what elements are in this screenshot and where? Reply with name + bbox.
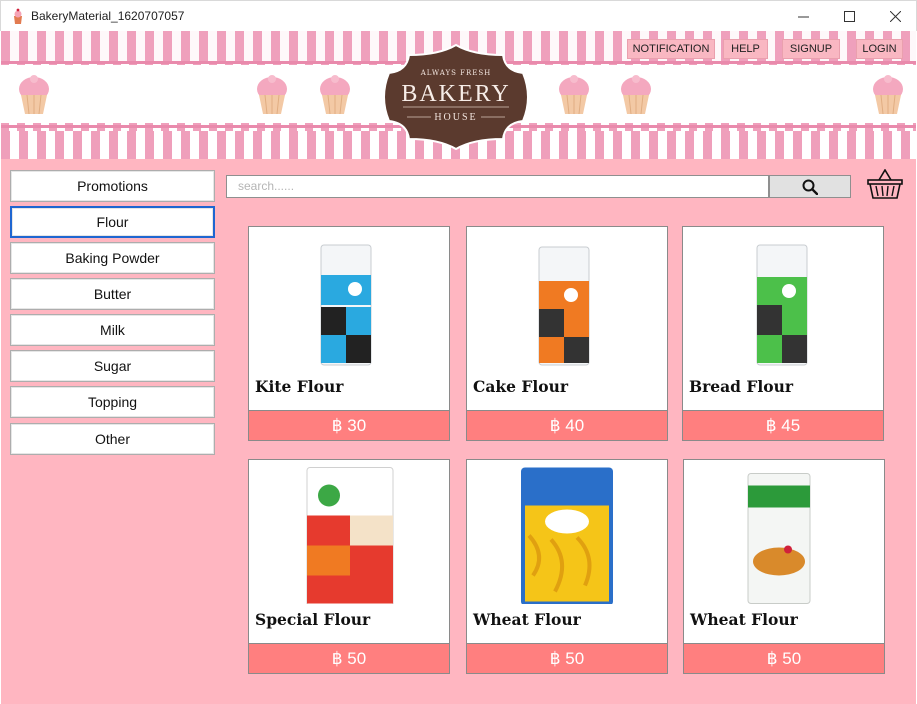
- product-image: [538, 246, 590, 366]
- product-image: [521, 467, 613, 604]
- category-sugar[interactable]: Sugar: [10, 350, 215, 382]
- category-milk[interactable]: Milk: [10, 314, 215, 346]
- logo-subtitle: HOUSE: [434, 112, 478, 123]
- product-card[interactable]: Wheat Flour ฿ 50: [683, 459, 885, 674]
- login-button[interactable]: LOGIN: [856, 39, 903, 59]
- maximize-button[interactable]: [826, 1, 872, 32]
- signup-button[interactable]: SIGNUP: [782, 39, 840, 59]
- cupcake-icon: [257, 75, 287, 115]
- product-price[interactable]: ฿ 50: [466, 643, 668, 674]
- logo-title: BAKERY: [401, 81, 511, 107]
- help-button[interactable]: HELP: [723, 39, 768, 59]
- product-card[interactable]: Cake Flour ฿ 40: [466, 226, 668, 441]
- product-price[interactable]: ฿ 30: [248, 410, 450, 441]
- product-card[interactable]: Bread Flour ฿ 45: [682, 226, 884, 441]
- product-image: [756, 244, 808, 366]
- product-name: Wheat Flour: [473, 610, 581, 629]
- product-image: [747, 473, 811, 604]
- product-card[interactable]: Kite Flour ฿ 30: [248, 226, 450, 441]
- category-promotions[interactable]: Promotions: [10, 170, 215, 202]
- cupcake-icon: [320, 75, 350, 115]
- product-price[interactable]: ฿ 40: [466, 410, 668, 441]
- product-image: [320, 244, 372, 366]
- window-titlebar: BakeryMaterial_1620707057: [0, 0, 917, 31]
- product-price[interactable]: ฿ 45: [682, 410, 884, 441]
- category-butter[interactable]: Butter: [10, 278, 215, 310]
- product-price[interactable]: ฿ 50: [683, 643, 885, 674]
- window-title: BakeryMaterial_1620707057: [31, 9, 185, 23]
- product-name: Kite Flour: [255, 377, 344, 396]
- cupcake-icon: [19, 75, 49, 115]
- product-card[interactable]: Wheat Flour ฿ 50: [466, 459, 668, 674]
- logo-tagline: ALWAYS FRESH: [420, 69, 492, 77]
- category-baking-powder[interactable]: Baking Powder: [10, 242, 215, 274]
- main-area: Promotions Flour Baking Powder Butter Mi…: [1, 159, 916, 704]
- product-name: Special Flour: [255, 610, 371, 629]
- category-topping[interactable]: Topping: [10, 386, 215, 418]
- bakery-logo: ALWAYS FRESH BAKERY HOUSE: [373, 43, 539, 151]
- maximize-icon: [843, 11, 855, 22]
- close-icon: [889, 11, 901, 22]
- category-other[interactable]: Other: [10, 423, 215, 455]
- product-image: [306, 467, 394, 604]
- minimize-icon: [797, 16, 809, 18]
- notification-button[interactable]: NOTIFICATION: [627, 39, 715, 59]
- product-card[interactable]: Special Flour ฿ 50: [248, 459, 450, 674]
- close-button[interactable]: [872, 1, 917, 32]
- product-name: Bread Flour: [689, 377, 794, 396]
- app-icon: [14, 8, 22, 24]
- category-flour[interactable]: Flour: [10, 206, 215, 238]
- search-button[interactable]: [769, 175, 851, 198]
- minimize-button[interactable]: [780, 1, 826, 32]
- cupcake-icon: [559, 75, 589, 115]
- cupcake-icon: [873, 75, 903, 115]
- search-input[interactable]: search......: [226, 175, 769, 198]
- header-banner: ALWAYS FRESH BAKERY HOUSE NOTIFICATION H…: [1, 31, 916, 159]
- search-icon: [802, 179, 818, 195]
- product-name: Wheat Flour: [690, 610, 798, 629]
- cupcake-icon: [621, 75, 651, 115]
- product-price[interactable]: ฿ 50: [248, 643, 450, 674]
- product-name: Cake Flour: [473, 377, 569, 396]
- shopping-basket-icon[interactable]: [867, 169, 903, 199]
